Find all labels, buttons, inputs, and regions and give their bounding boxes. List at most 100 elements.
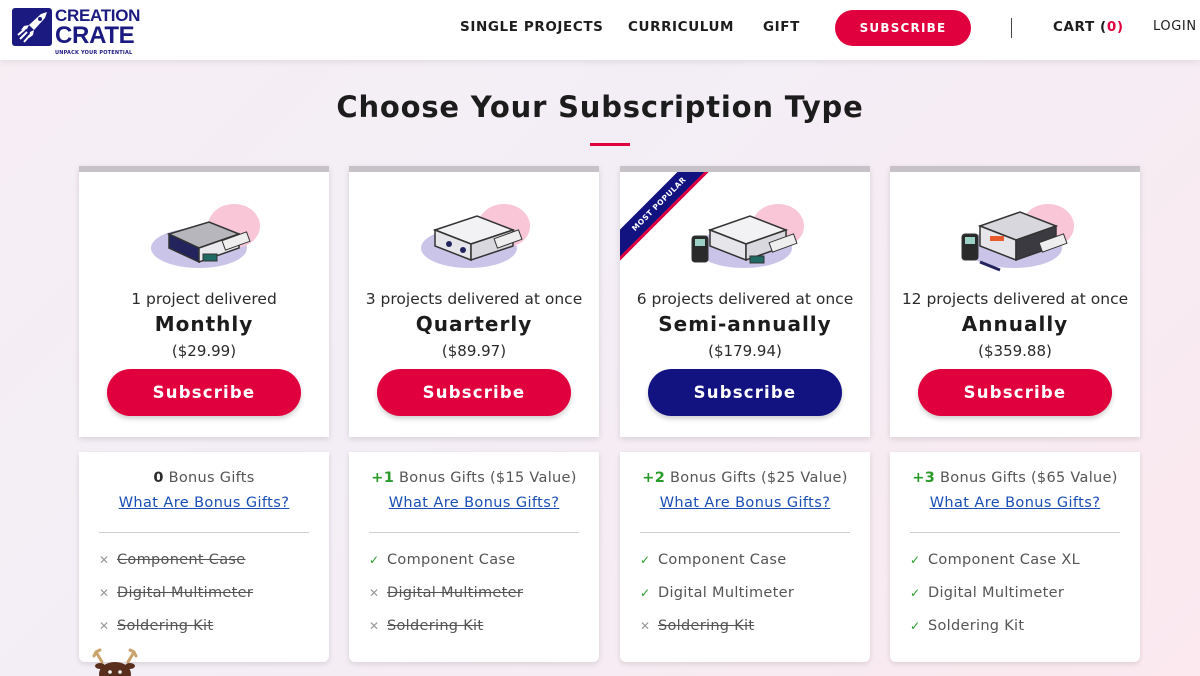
reindeer-icon[interactable] xyxy=(92,648,138,676)
plan-features-quarterly: +1 Bonus Gifts ($15 Value) What Are Bonu… xyxy=(349,452,599,662)
feature-item: ✓ Digital Multimeter xyxy=(910,585,1130,601)
x-icon: ✕ xyxy=(369,586,380,600)
feature-label: Digital Multimeter xyxy=(117,585,254,601)
subscribe-semiannual-button[interactable]: Subscribe xyxy=(648,369,842,416)
bonus-gifts-link[interactable]: What Are Bonus Gifts? xyxy=(890,495,1140,511)
plan-card-monthly: 1 project delivered Monthly ($29.99) Sub… xyxy=(79,166,329,437)
feature-label: Component Case xyxy=(387,552,516,568)
feature-item: ✓ Component Case xyxy=(640,552,860,568)
nav-single-projects[interactable]: SINGLE PROJECTS xyxy=(460,19,604,35)
rocket-logo-icon xyxy=(12,8,52,46)
plan-price: ($29.99) xyxy=(171,342,237,360)
nav-divider xyxy=(1011,18,1012,38)
bonus-gifts-line: +3 Bonus Gifts ($65 Value) xyxy=(890,470,1140,486)
feature-label: Soldering Kit xyxy=(387,618,484,634)
plan-desc: 6 projects delivered at once xyxy=(636,290,854,308)
feature-label: Digital Multimeter xyxy=(658,585,795,601)
feature-item: ✕ Digital Multimeter xyxy=(369,585,589,601)
cart-label: CART ( xyxy=(1053,19,1107,35)
feature-item: ✕ Soldering Kit xyxy=(640,618,860,634)
feature-label: Component Case xyxy=(117,552,246,568)
x-icon: ✕ xyxy=(99,586,110,600)
subscribe-annual-button[interactable]: Subscribe xyxy=(918,369,1112,416)
plan-price: ($89.97) xyxy=(441,342,507,360)
bonus-text: Bonus Gifts xyxy=(163,470,255,486)
bonus-count: +1 xyxy=(371,470,395,486)
plan-card-annual: 12 projects delivered at once Annually (… xyxy=(890,166,1140,437)
plan-name: Semi-annually xyxy=(658,312,832,336)
brand-tagline: UNPACK YOUR POTENTIAL xyxy=(55,50,133,56)
feature-item: ✕ Component Case xyxy=(99,552,319,568)
x-icon: ✕ xyxy=(99,619,110,633)
bonus-gifts-line: +1 Bonus Gifts ($15 Value) xyxy=(349,470,599,486)
subscribe-quarterly-button[interactable]: Subscribe xyxy=(377,369,571,416)
feature-label: Digital Multimeter xyxy=(387,585,524,601)
feature-item: ✓ Component Case xyxy=(369,552,589,568)
feature-label: Soldering Kit xyxy=(928,618,1025,634)
feature-label: Component Case XL xyxy=(928,552,1080,568)
site-header: CREATION CRATE UNPACK YOUR POTENTIAL SIN… xyxy=(0,0,1200,60)
check-icon: ✓ xyxy=(910,619,921,633)
plan-features-annual: +3 Bonus Gifts ($65 Value) What Are Bonu… xyxy=(890,452,1140,662)
nav-curriculum[interactable]: CURRICULUM xyxy=(628,19,734,35)
plan-desc: 12 projects delivered at once xyxy=(901,290,1129,308)
check-icon: ✓ xyxy=(369,553,380,567)
bonus-gifts-line: +2 Bonus Gifts ($25 Value) xyxy=(620,470,870,486)
feature-label: Soldering Kit xyxy=(658,618,755,634)
plan-box-image xyxy=(950,196,1080,276)
x-icon: ✕ xyxy=(640,619,651,633)
bonus-text: Bonus Gifts ($65 Value) xyxy=(935,470,1118,486)
x-icon: ✕ xyxy=(99,553,110,567)
divider xyxy=(99,532,309,533)
feature-item: ✕ Soldering Kit xyxy=(99,618,319,634)
check-icon: ✓ xyxy=(640,586,651,600)
feature-item: ✓ Component Case XL xyxy=(910,552,1130,568)
subscribe-monthly-button[interactable]: Subscribe xyxy=(107,369,301,416)
feature-item: ✓ Soldering Kit xyxy=(910,618,1130,634)
plan-box-image xyxy=(139,196,269,276)
bonus-gifts-link[interactable]: What Are Bonus Gifts? xyxy=(349,495,599,511)
bonus-count: +3 xyxy=(912,470,936,486)
title-underline xyxy=(590,143,630,146)
bonus-gifts-link[interactable]: What Are Bonus Gifts? xyxy=(620,495,870,511)
nav-gift[interactable]: GIFT xyxy=(763,19,800,35)
x-icon: ✕ xyxy=(369,619,380,633)
plan-price: ($359.88) xyxy=(978,342,1052,360)
bonus-text: Bonus Gifts ($25 Value) xyxy=(665,470,848,486)
plan-box-image xyxy=(680,196,810,276)
nav-cart[interactable]: CART (0) xyxy=(1053,19,1124,35)
feature-item: ✓ Digital Multimeter xyxy=(640,585,860,601)
check-icon: ✓ xyxy=(910,553,921,567)
bonus-count: +2 xyxy=(642,470,666,486)
brand-logo[interactable]: CREATION CRATE UNPACK YOUR POTENTIAL xyxy=(12,6,140,56)
divider xyxy=(910,532,1120,533)
bonus-count: 0 xyxy=(153,470,164,486)
plan-price: ($179.94) xyxy=(708,342,782,360)
plan-name: Quarterly xyxy=(415,312,533,336)
plan-box-image xyxy=(409,196,539,276)
plan-card-quarterly: 3 projects delivered at once Quarterly (… xyxy=(349,166,599,437)
plan-desc: 3 projects delivered at once xyxy=(365,290,583,308)
divider xyxy=(640,532,850,533)
brand-line2: CRATE xyxy=(55,22,135,49)
bonus-gifts-link[interactable]: What Are Bonus Gifts? xyxy=(79,495,329,511)
brand-wordmark: CREATION CRATE xyxy=(55,6,140,49)
page-title: Choose Your Subscription Type xyxy=(336,90,864,124)
check-icon: ✓ xyxy=(640,553,651,567)
bonus-text: Bonus Gifts ($15 Value) xyxy=(394,470,577,486)
cart-count: 0 xyxy=(1106,19,1117,35)
feature-label: Soldering Kit xyxy=(117,618,214,634)
feature-item: ✕ Digital Multimeter xyxy=(99,585,319,601)
feature-label: Component Case xyxy=(658,552,787,568)
plan-card-semiannual: MOST POPULAR 6 projects delivered at onc… xyxy=(620,166,870,437)
feature-item: ✕ Soldering Kit xyxy=(369,618,589,634)
feature-label: Digital Multimeter xyxy=(928,585,1065,601)
cart-close: ) xyxy=(1116,19,1124,35)
plan-features-monthly: 0 Bonus Gifts What Are Bonus Gifts? ✕ Com… xyxy=(79,452,329,662)
divider xyxy=(369,532,579,533)
nav-login[interactable]: LOGIN xyxy=(1153,19,1197,34)
bonus-gifts-line: 0 Bonus Gifts xyxy=(79,470,329,486)
plan-desc: 1 project delivered xyxy=(131,290,277,308)
plan-name: Annually xyxy=(961,312,1069,336)
nav-subscribe-button[interactable]: SUBSCRIBE xyxy=(835,10,971,46)
